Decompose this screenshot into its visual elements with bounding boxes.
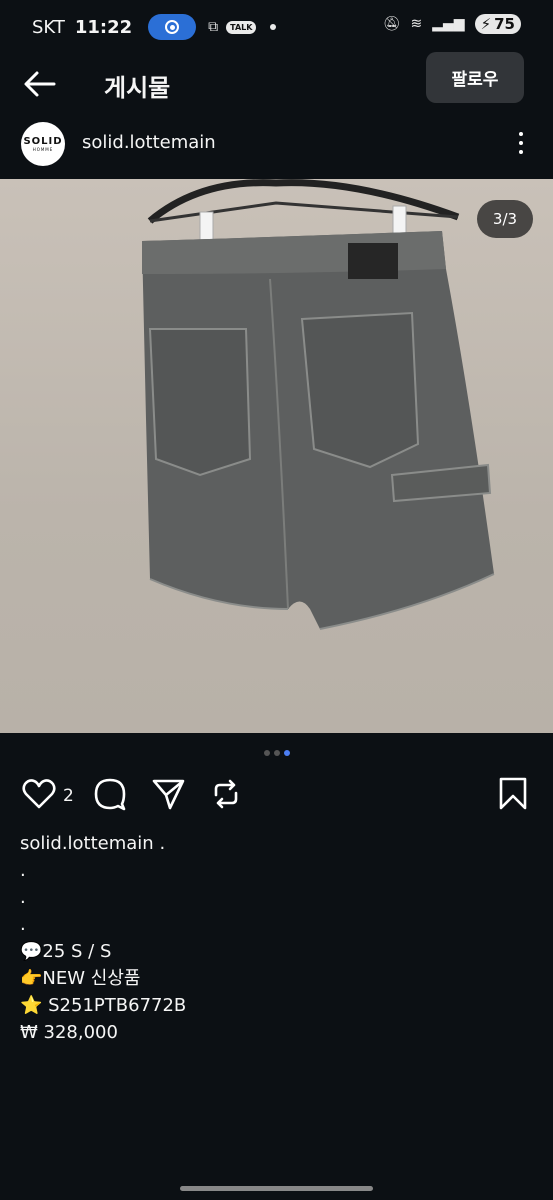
caption-line: 👉NEW 신상품 xyxy=(20,968,141,989)
post-actions: 2 xyxy=(0,776,553,818)
post-username[interactable]: solid.lottemain xyxy=(82,132,216,153)
denim-shorts-image xyxy=(142,179,495,630)
status-right: 🔕︎ ≋ ▂▄▆ ⚡︎ 75 xyxy=(383,14,521,34)
status-left: SKT 11:22 ⧉ TALK xyxy=(32,14,277,40)
more-options-icon[interactable] xyxy=(508,128,534,158)
kakaotalk-icon: TALK xyxy=(226,20,257,34)
carousel-dot xyxy=(263,750,270,756)
home-indicator[interactable] xyxy=(180,1186,373,1191)
post-caption: solid.lottemain . . . . 💬25 S / S 👉NEW 신… xyxy=(20,830,530,1046)
like-count: 2 xyxy=(63,786,74,806)
post-header: SOLID HOMME solid.lottemain xyxy=(0,116,553,178)
mute-icon: 🔕︎ xyxy=(382,16,401,32)
avatar-logo-subtext: HOMME xyxy=(32,146,54,152)
battery-indicator: ⚡︎ 75 xyxy=(474,14,521,34)
heart-icon[interactable] xyxy=(21,776,57,812)
caption-line: ₩ 328,000 xyxy=(20,1022,118,1043)
avatar[interactable]: SOLID HOMME xyxy=(21,122,65,166)
screenshot-icon: ⧉ xyxy=(208,19,219,35)
caption-line: ⭐ S251PTB6772B xyxy=(20,995,187,1016)
caption-line: solid.lottemain . xyxy=(20,833,166,854)
carrier-label: SKT xyxy=(32,16,65,38)
repost-icon[interactable] xyxy=(208,776,244,812)
wifi-icon: ≋ xyxy=(410,16,423,32)
caption-line: 💬25 S / S xyxy=(20,941,112,962)
carousel-indicator xyxy=(0,750,553,760)
caption-line: . xyxy=(20,914,26,935)
follow-button[interactable]: 팔로우 xyxy=(426,52,524,103)
battery-bolt-icon: ⚡︎ xyxy=(480,15,492,33)
caption-line: . xyxy=(20,887,26,908)
status-bar: SKT 11:22 ⧉ TALK 🔕︎ ≋ ▂▄▆ ⚡︎ 75 xyxy=(0,0,553,52)
page-title: 게시물 xyxy=(104,74,171,102)
bookmark-icon[interactable] xyxy=(495,776,531,812)
avatar-logo-text: SOLID xyxy=(23,135,63,147)
screen-record-icon xyxy=(148,14,197,40)
app-header: 게시물 팔로우 xyxy=(0,52,553,116)
send-icon[interactable] xyxy=(150,776,186,812)
battery-level: 75 xyxy=(494,15,515,33)
carousel-dot-active xyxy=(283,750,290,756)
clock: 11:22 xyxy=(74,16,133,38)
comment-icon[interactable] xyxy=(92,776,128,812)
caption-line: . xyxy=(20,860,26,881)
signal-icon: ▂▄▆ xyxy=(432,16,465,32)
back-arrow-icon[interactable] xyxy=(22,66,58,102)
post-image[interactable]: 3/3 xyxy=(0,179,553,733)
carousel-dot xyxy=(273,750,280,756)
image-counter: 3/3 xyxy=(477,200,533,238)
notification-dot-icon xyxy=(270,24,277,30)
